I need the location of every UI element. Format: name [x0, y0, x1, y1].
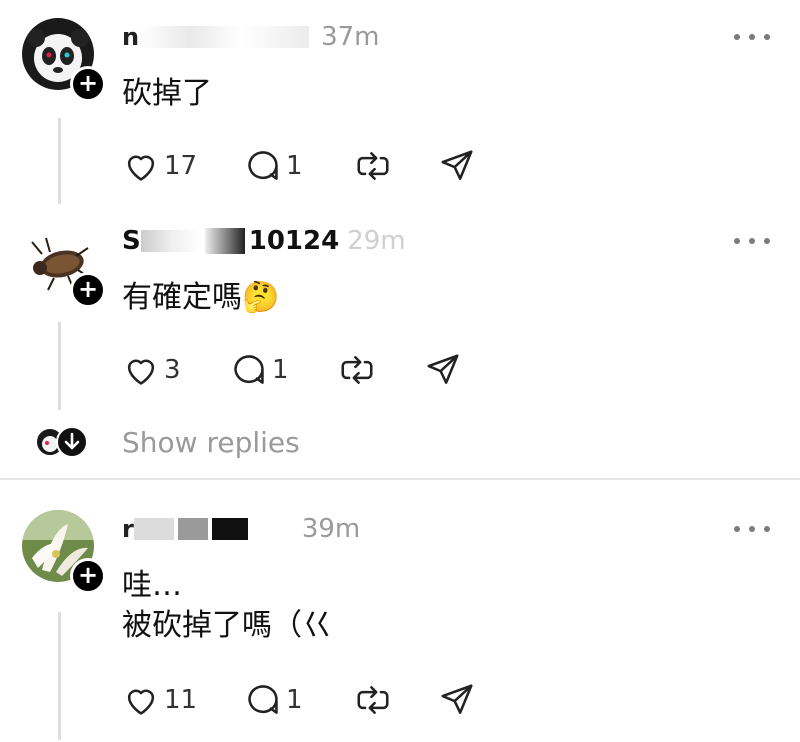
timestamp: 39m: [301, 514, 361, 544]
send-icon: [441, 150, 473, 180]
post-1: + n 37m 砍掉了 17 1: [0, 0, 800, 210]
mini-avatar-stack-icon: [35, 426, 88, 458]
follow-plus-button[interactable]: +: [70, 272, 106, 308]
follow-plus-button[interactable]: +: [70, 558, 106, 594]
username-suffix: 10124: [248, 226, 340, 256]
reply-button[interactable]: 1: [244, 146, 303, 186]
like-button[interactable]: 11: [122, 680, 197, 720]
thread-line: [58, 322, 61, 410]
username[interactable]: r: [122, 515, 134, 543]
redacted-username: [204, 228, 245, 254]
comment-icon: [234, 355, 264, 384]
like-button[interactable]: 3: [122, 350, 181, 390]
redacted-username: [133, 518, 174, 540]
send-icon: [441, 684, 473, 714]
comment-icon: [248, 151, 278, 180]
reply-avatars[interactable]: [34, 426, 94, 458]
reply-count: 1: [286, 685, 303, 715]
share-button[interactable]: [438, 146, 476, 186]
post-body: 有確定嗎🤔: [122, 280, 280, 315]
comment-icon: [248, 685, 278, 714]
repost-icon: [341, 356, 373, 384]
post-header: n 37m: [122, 20, 380, 54]
post-header: S 10124 29m: [122, 224, 406, 258]
thread-line: [58, 118, 61, 204]
send-icon: [427, 354, 459, 384]
repost-button[interactable]: [354, 680, 392, 720]
username[interactable]: n: [122, 23, 139, 51]
redacted-username: [211, 518, 248, 540]
post-body: 砍掉了: [122, 76, 212, 111]
post-2: + S 10124 29m 有確定嗎🤔 3 1 Show replies: [0, 210, 800, 480]
repost-button[interactable]: [338, 350, 376, 390]
thread-line: [58, 612, 61, 740]
username[interactable]: S: [122, 226, 141, 256]
share-button[interactable]: [424, 350, 462, 390]
repost-icon: [357, 686, 389, 714]
redacted-username: [140, 230, 201, 252]
show-replies-link[interactable]: Show replies: [122, 426, 300, 459]
like-button[interactable]: 17: [122, 146, 197, 186]
like-count: 3: [164, 355, 181, 385]
share-button[interactable]: [438, 680, 476, 720]
more-options-button[interactable]: [734, 524, 770, 534]
post-header: r 39m: [122, 512, 360, 546]
like-count: 11: [164, 685, 198, 715]
reply-count: 1: [286, 151, 303, 181]
follow-plus-button[interactable]: +: [70, 66, 106, 102]
reply-button[interactable]: 1: [244, 680, 303, 720]
timestamp: 29m: [347, 226, 406, 256]
redacted-username: [177, 518, 208, 540]
heart-icon: [127, 689, 155, 715]
reply-button[interactable]: 1: [230, 350, 289, 390]
post-body: 哇… 被砍掉了嗎（巜: [122, 568, 332, 643]
more-options-button[interactable]: [734, 236, 770, 246]
redacted-username: [139, 26, 310, 48]
heart-icon: [127, 155, 155, 181]
repost-button[interactable]: [354, 146, 392, 186]
heart-icon: [127, 359, 155, 385]
post-3: + r 39m 哇… 被砍掉了嗎（巜 11 1: [0, 480, 800, 742]
timestamp: 37m: [321, 22, 380, 52]
more-options-button[interactable]: [734, 32, 770, 42]
repost-icon: [357, 152, 389, 180]
reply-count: 1: [272, 355, 289, 385]
like-count: 17: [164, 151, 198, 181]
